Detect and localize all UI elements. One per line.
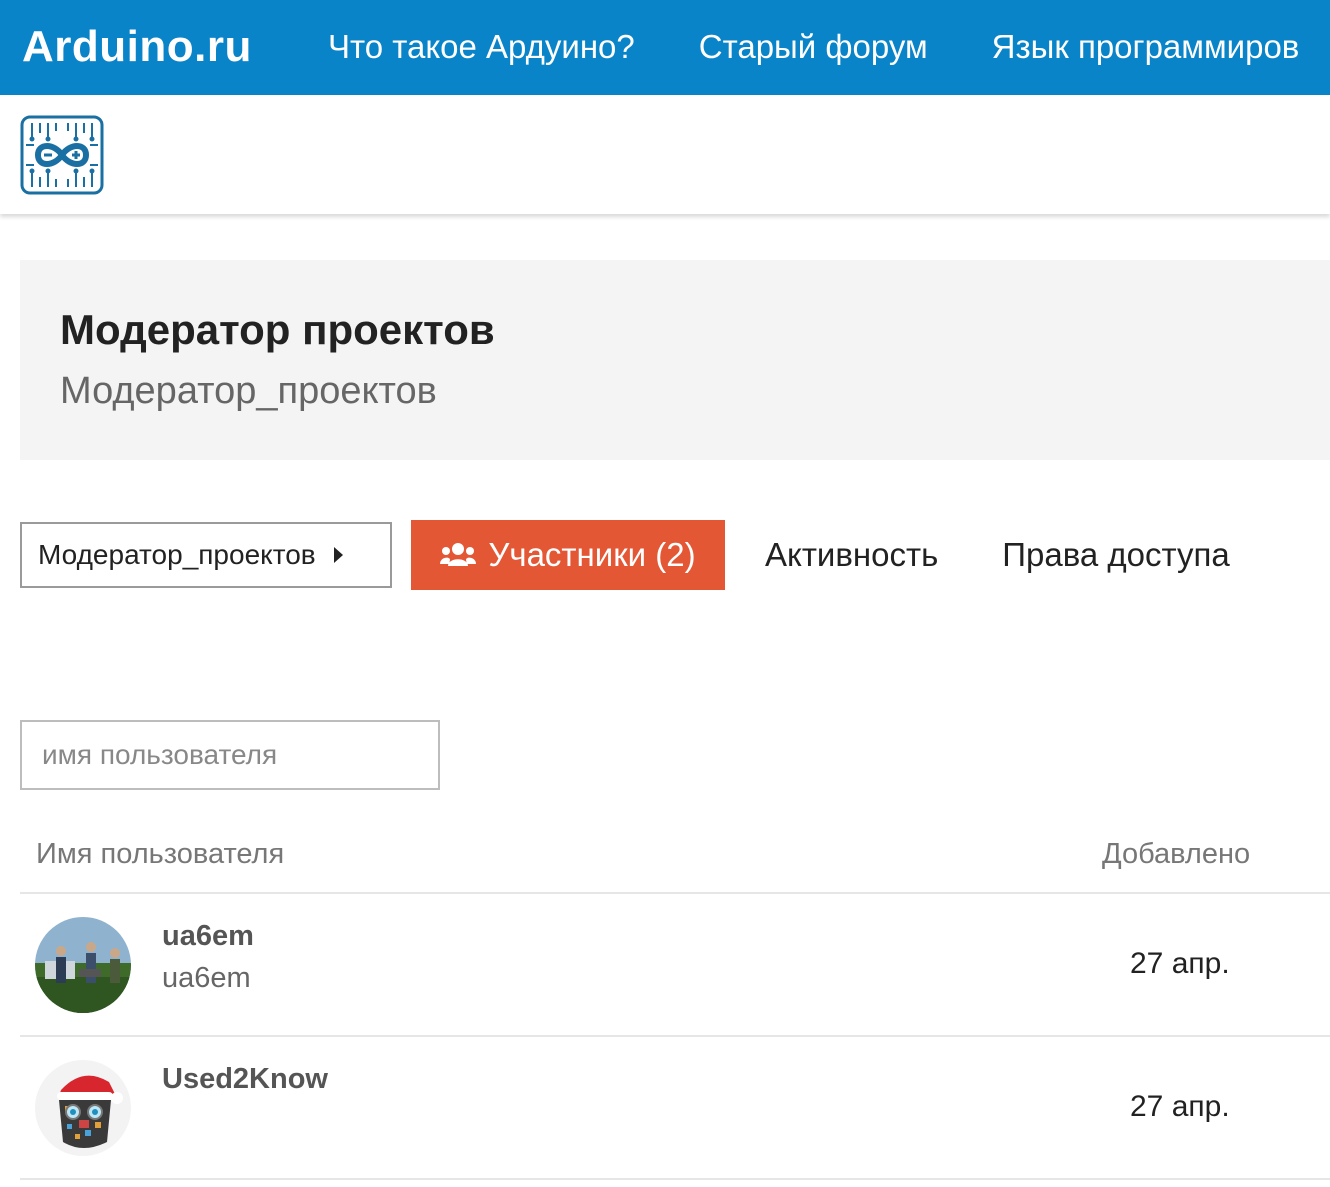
user-avatar[interactable] <box>35 1060 131 1156</box>
user-avatar[interactable] <box>35 917 131 1013</box>
arduino-logo-icon[interactable] <box>20 115 104 195</box>
members-tab-button[interactable]: Участники (2) <box>411 520 725 590</box>
site-header <box>0 95 1330 214</box>
members-tab-label: Участники (2) <box>488 536 696 573</box>
group-name: Модератор_проектов <box>60 370 437 412</box>
table-row: Used2Know 27 апр. <box>20 1037 1330 1179</box>
top-nav: Что такое Ардуино? Старый форум Язык про… <box>328 24 1330 70</box>
caret-right-icon <box>333 547 343 563</box>
group-title: Модератор проектов <box>60 306 495 353</box>
top-bar: Arduino.ru Что такое Ардуино? Старый фор… <box>0 0 1330 95</box>
column-header-added[interactable]: Добавлено <box>1102 838 1250 871</box>
group-selector-label: Модератор_проектов <box>38 539 316 570</box>
site-brand[interactable]: Arduino.ru <box>22 20 252 74</box>
user-full-name: ua6em <box>162 962 251 994</box>
nav-link-old-forum[interactable]: Старый форум <box>699 24 928 70</box>
user-username[interactable]: Used2Know <box>162 1063 328 1096</box>
users-icon <box>440 543 477 566</box>
group-selector[interactable]: Модератор_проектов <box>20 522 392 588</box>
table-row: ua6em ua6em 27 апр. <box>20 894 1330 1036</box>
group-banner: Модератор проектов Модератор_проектов <box>20 260 1330 460</box>
table-divider <box>20 1178 1330 1180</box>
user-username[interactable]: ua6em <box>162 920 254 953</box>
column-header-username[interactable]: Имя пользователя <box>36 838 284 871</box>
group-controls: Модератор_проектов Участники (2) Активно… <box>20 520 1230 590</box>
nav-link-what-is-arduino[interactable]: Что такое Ардуино? <box>328 24 635 70</box>
username-search-input[interactable] <box>20 720 440 790</box>
user-added-date: 27 апр. <box>1130 947 1230 980</box>
tab-permissions[interactable]: Права доступа <box>1002 536 1229 574</box>
nav-link-language[interactable]: Язык программиров <box>992 24 1300 70</box>
tab-activity[interactable]: Активность <box>765 536 938 574</box>
user-added-date: 27 апр. <box>1130 1090 1230 1123</box>
